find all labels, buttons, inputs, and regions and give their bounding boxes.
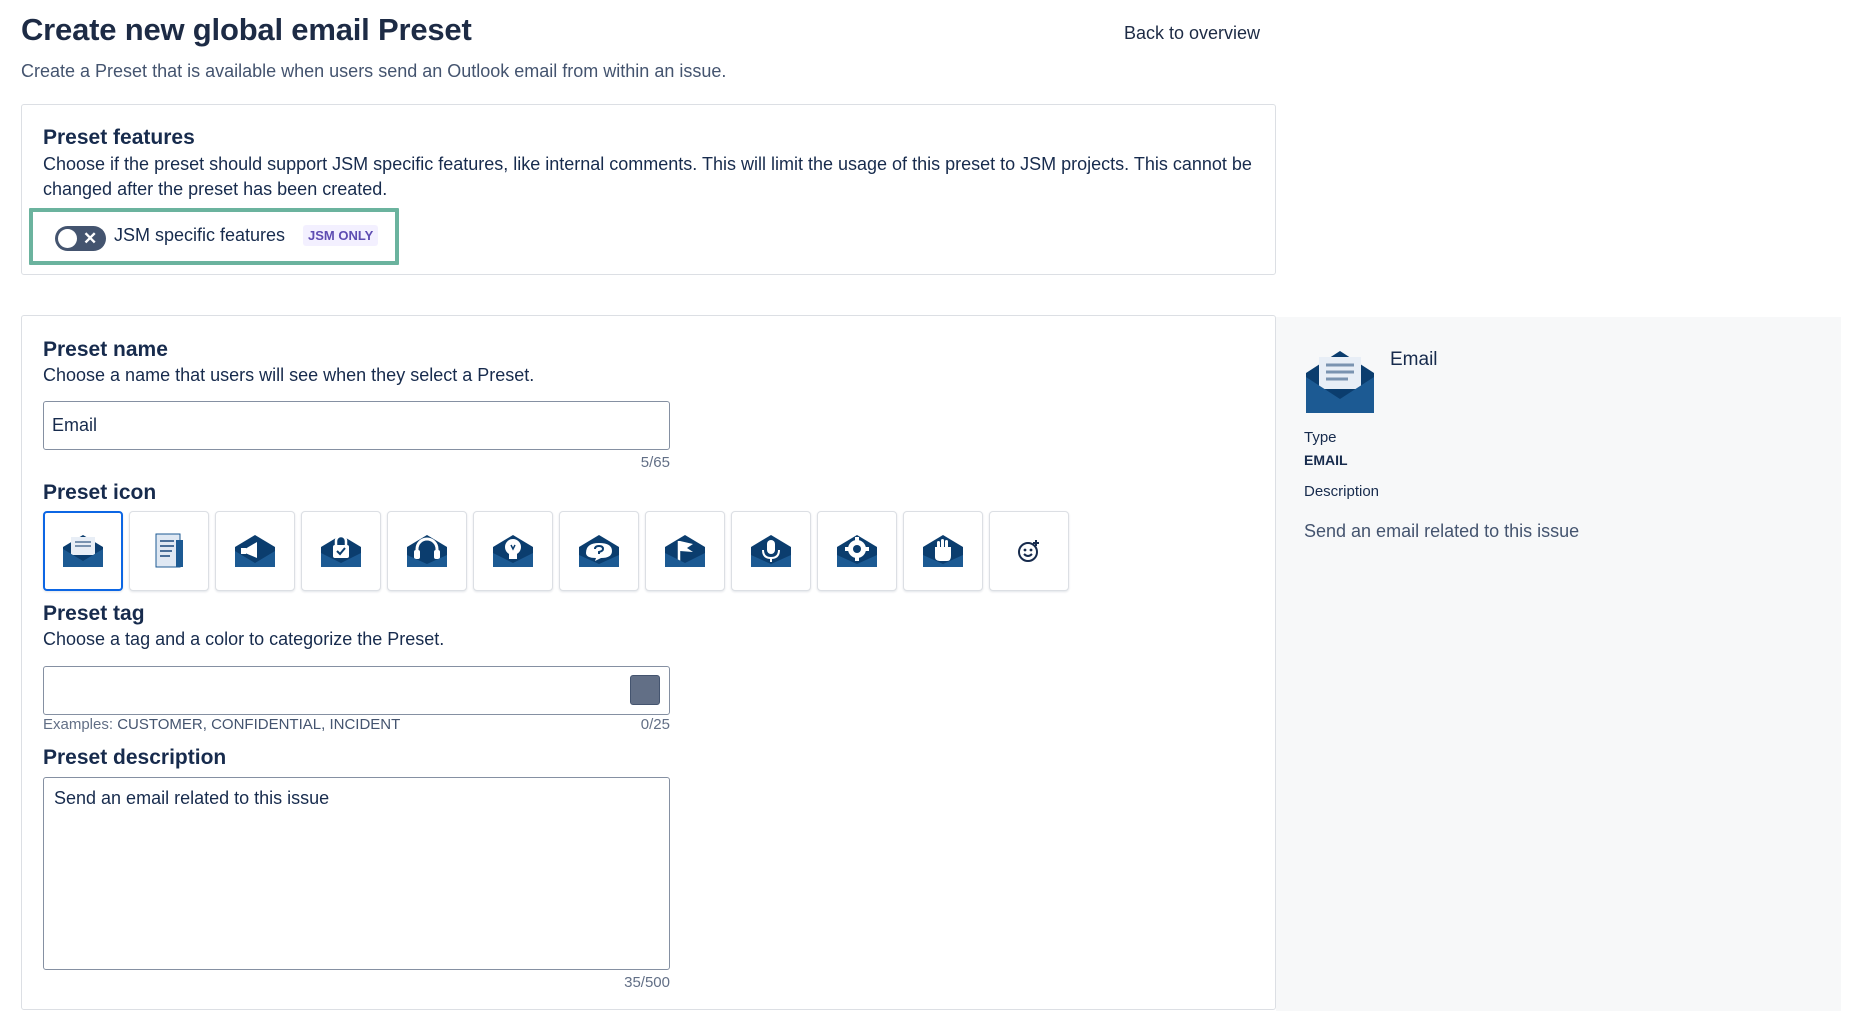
preset-tag-input[interactable] (43, 666, 670, 715)
preset-features-description: Choose if the preset should support JSM … (43, 154, 1252, 199)
preset-tag-counter: 0/25 (640, 716, 670, 733)
envelope-hand-icon (923, 535, 963, 567)
tag-color-picker[interactable] (630, 675, 660, 705)
preset-description-textarea[interactable]: Send an email related to this issue (43, 777, 670, 970)
envelope-letter-icon (63, 535, 103, 567)
page-title: Create new global email Preset (21, 12, 472, 47)
document-option[interactable] (129, 511, 209, 591)
envelope-flag-icon (665, 535, 705, 567)
document-icon (155, 533, 183, 568)
preset-icon-title: Preset icon (43, 481, 157, 504)
preset-name-description: Choose a name that users will see when t… (43, 365, 535, 385)
preview-type-label: Type (1304, 429, 1337, 446)
jsm-features-highlight: ✕ JSM specific features JSM ONLY (29, 208, 399, 265)
envelope-megaphone-icon (235, 535, 275, 567)
preset-name-title: Preset name (43, 338, 168, 361)
preset-features-title: Preset features (43, 126, 195, 149)
envelope-question-icon (579, 535, 619, 567)
envelope-headset-option[interactable] (387, 511, 467, 591)
tag-examples-list: CUSTOMER, CONFIDENTIAL, INCIDENT (117, 716, 401, 733)
preset-features-card: Preset features Choose if the preset sho… (21, 104, 1276, 275)
preset-description-counter: 35/500 (624, 974, 670, 991)
preview-description-label: Description (1304, 483, 1380, 500)
preset-preview-panel: Email Type EMAIL Description Send an ema… (1276, 317, 1841, 1011)
envelope-lock-option[interactable] (301, 511, 381, 591)
envelope-headset-icon (407, 535, 447, 567)
envelope-question-option[interactable] (559, 511, 639, 591)
jsm-features-label: JSM specific features (114, 225, 286, 245)
envelope-hand-option[interactable] (903, 511, 983, 591)
envelope-flag-option[interactable] (645, 511, 725, 591)
preset-name-counter: 5/65 (640, 454, 670, 471)
envelope-lightbulb-icon (493, 535, 533, 567)
preset-tag-title: Preset tag (43, 602, 145, 625)
envelope-microphone-icon (751, 535, 791, 567)
preset-tag-field (43, 666, 670, 715)
envelope-letter-icon (1306, 351, 1374, 413)
envelope-lock-icon (321, 534, 361, 567)
envelope-microphone-option[interactable] (731, 511, 811, 591)
preview-type-value: EMAIL (1304, 452, 1348, 468)
jsm-only-badge: JSM ONLY (303, 225, 379, 246)
add-emoji-option[interactable] (989, 511, 1069, 591)
preview-description-value: Send an email related to this issue (1304, 521, 1580, 541)
envelope-gear-icon (837, 535, 877, 567)
envelope-gear-option[interactable] (817, 511, 897, 591)
add-emoji-icon (1018, 540, 1039, 562)
tag-examples: Examples: CUSTOMER, CONFIDENTIAL, INCIDE… (43, 716, 400, 733)
envelope-letter-option[interactable] (43, 511, 123, 591)
preset-form-card: Preset name Choose a name that users wil… (21, 315, 1276, 1010)
toggle-knob (58, 229, 77, 248)
preset-description-title: Preset description (43, 746, 227, 769)
preset-name-input[interactable] (43, 401, 670, 450)
envelope-lightbulb-option[interactable] (473, 511, 553, 591)
tag-examples-prefix: Examples: (43, 716, 114, 733)
back-to-overview-link[interactable]: Back to overview (1124, 23, 1260, 44)
toggle-off-icon: ✕ (83, 229, 98, 248)
preset-tag-description: Choose a tag and a color to categorize t… (43, 629, 445, 649)
preview-name: Email (1390, 349, 1438, 370)
jsm-features-toggle[interactable]: ✕ (55, 226, 106, 251)
envelope-megaphone-option[interactable] (215, 511, 295, 591)
page-subtitle: Create a Preset that is available when u… (21, 61, 727, 81)
